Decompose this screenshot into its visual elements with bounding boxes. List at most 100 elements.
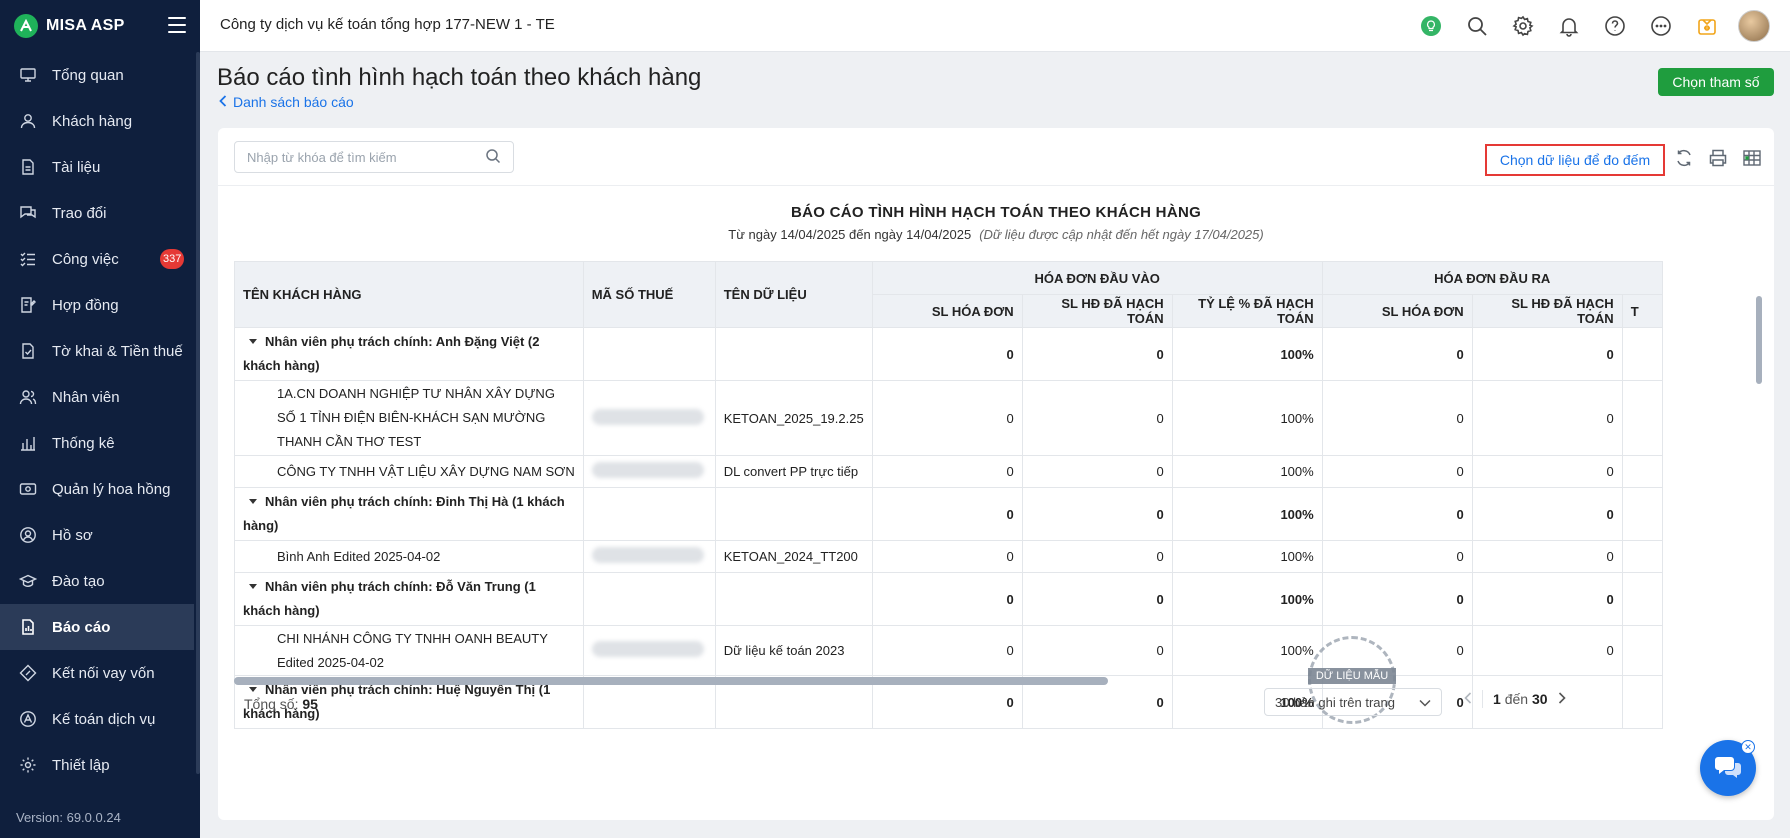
out-count-cell: 0 bbox=[1321, 487, 1473, 541]
table-group-row[interactable]: Nhân viên phụ trách chính: Đinh Thị Hà (… bbox=[234, 487, 1663, 541]
table-row[interactable]: CHI NHÁNH CÔNG TY TNHH OANH BEAUTY Edite… bbox=[234, 625, 1663, 676]
back-to-report-list-link[interactable]: Danh sách báo cáo bbox=[219, 94, 354, 110]
col-header-data-name[interactable]: TÊN DỮ LIỆU bbox=[714, 261, 873, 328]
col-header-out-rate[interactable]: T bbox=[1621, 294, 1663, 328]
search-box[interactable] bbox=[234, 141, 514, 173]
prev-page-icon[interactable] bbox=[1464, 691, 1472, 707]
sidebar-item-hop-dong[interactable]: Hợp đồng bbox=[0, 282, 194, 328]
caret-down-icon[interactable] bbox=[249, 499, 257, 505]
sidebar-item-hoa-hong[interactable]: Quản lý hoa hồng bbox=[0, 466, 194, 512]
page-size-select[interactable]: 30 bản ghi trên trang bbox=[1264, 688, 1442, 716]
sidebar-item-label: Công việc bbox=[52, 250, 119, 268]
report-tools bbox=[1672, 146, 1764, 170]
choose-parameters-button[interactable]: Chọn tham số bbox=[1658, 68, 1774, 96]
sidebar-scrollbar[interactable] bbox=[196, 52, 200, 774]
choose-data-button[interactable]: Chọn dữ liệu để đo đếm bbox=[1485, 144, 1665, 176]
sidebar-item-tai-lieu[interactable]: Tài liệu bbox=[0, 144, 194, 190]
sidebar-item-thiet-lap[interactable]: Thiết lập bbox=[0, 742, 194, 788]
in-posted-cell: 0 bbox=[1021, 380, 1173, 456]
menu-toggle-icon[interactable] bbox=[168, 17, 186, 33]
sidebar-item-ke-toan-dich-vu[interactable]: Kế toán dịch vụ bbox=[0, 696, 194, 742]
sidebar-item-ho-so[interactable]: Hồ sơ bbox=[0, 512, 194, 558]
page-size-value: 30 bản ghi trên trang bbox=[1275, 694, 1395, 710]
search-icon[interactable] bbox=[485, 148, 501, 167]
excel-export-icon[interactable] bbox=[1740, 146, 1764, 170]
document-icon bbox=[18, 157, 38, 177]
sidebar-item-label: Báo cáo bbox=[52, 618, 111, 636]
tax-code-cell bbox=[582, 455, 716, 488]
sidebar-item-nhan-vien[interactable]: Nhân viên bbox=[0, 374, 194, 420]
chat-close-icon[interactable]: ✕ bbox=[1741, 740, 1755, 754]
in-rate-cell: 100% bbox=[1171, 380, 1323, 456]
toolbar-divider bbox=[218, 185, 1774, 186]
col-header-out-posted[interactable]: SL HĐ ĐÃ HẠCH TOÁN bbox=[1471, 294, 1623, 328]
table-row[interactable]: Bình Anh Edited 2025-04-02 KETOAN_2024_T… bbox=[234, 540, 1663, 573]
report-period: Từ ngày 14/04/2025 đến ngày 14/04/2025 bbox=[728, 227, 972, 242]
masked-tax-code bbox=[591, 408, 704, 425]
tax-code-cell bbox=[582, 625, 716, 676]
out-posted-cell: 0 bbox=[1471, 380, 1623, 456]
sidebar-item-label: Tài liệu bbox=[52, 158, 101, 176]
total-label: Tổng số: bbox=[244, 696, 299, 712]
tax-code-cell bbox=[582, 327, 716, 381]
vertical-scrollbar[interactable] bbox=[1756, 296, 1762, 384]
search-input[interactable] bbox=[247, 149, 485, 165]
print-icon[interactable] bbox=[1706, 146, 1730, 170]
sidebar-item-trao-doi[interactable]: Trao đổi bbox=[0, 190, 194, 236]
col-header-in-posted[interactable]: SL HĐ ĐÃ HẠCH TOÁN bbox=[1021, 294, 1173, 328]
lightbulb-icon[interactable] bbox=[1416, 11, 1446, 41]
in-posted-cell: 0 bbox=[1021, 455, 1173, 488]
sidebar-item-khach-hang[interactable]: Khách hàng bbox=[0, 98, 194, 144]
horizontal-scrollbar[interactable] bbox=[234, 677, 1108, 685]
out-posted-cell: 0 bbox=[1471, 327, 1623, 381]
in-rate-cell: 100% bbox=[1171, 540, 1323, 573]
report-icon bbox=[18, 617, 38, 637]
sidebar-item-label: Tờ khai & Tiền thuế bbox=[52, 342, 183, 360]
caret-down-icon[interactable] bbox=[249, 687, 257, 693]
caret-down-icon[interactable] bbox=[249, 339, 257, 345]
promotion-icon[interactable] bbox=[1692, 11, 1722, 41]
sidebar-item-vay-von[interactable]: Kết nối vay vốn bbox=[0, 650, 194, 696]
table-row[interactable]: 1A.CN DOANH NGHIỆP TƯ NHÂN XÂY DỰNG SỐ 1… bbox=[234, 380, 1663, 456]
table-group-row[interactable]: Nhân viên phụ trách chính: Đỗ Văn Trung … bbox=[234, 572, 1663, 626]
out-count-cell: 0 bbox=[1321, 327, 1473, 381]
contract-icon bbox=[18, 295, 38, 315]
in-rate-cell: 100% bbox=[1171, 572, 1323, 626]
total-value: 95 bbox=[302, 696, 318, 712]
bell-icon[interactable] bbox=[1554, 11, 1584, 41]
app-logo[interactable]: MISA ASP bbox=[14, 12, 125, 40]
report-panel: Chọn dữ liệu để đo đếm BÁO CÁO TÌNH HÌNH… bbox=[218, 128, 1774, 820]
sidebar-item-thong-ke[interactable]: Thống kê bbox=[0, 420, 194, 466]
col-header-in-rate[interactable]: TỶ LỆ % ĐÃ HẠCH TOÁN bbox=[1171, 294, 1323, 328]
table-group-row[interactable]: Nhân viên phụ trách chính: Anh Đặng Việt… bbox=[234, 327, 1663, 381]
col-header-customer[interactable]: TÊN KHÁCH HÀNG bbox=[234, 261, 584, 328]
report-update-note: (Dữ liệu được cập nhật đến hết ngày 17/0… bbox=[979, 227, 1264, 242]
caret-down-icon[interactable] bbox=[249, 584, 257, 590]
company-name[interactable]: Công ty dịch vụ kế toán tổng hợp 177-NEW… bbox=[220, 16, 555, 33]
sidebar-item-to-khai[interactable]: Tờ khai & Tiền thuế bbox=[0, 328, 194, 374]
pagination: 1 đến 30 bbox=[1464, 690, 1566, 708]
group-label: Nhân viên phụ trách chính: Đỗ Văn Trung … bbox=[243, 579, 536, 618]
sidebar-item-tong-quan[interactable]: Tổng quan bbox=[0, 52, 194, 98]
sidebar-item-cong-viec[interactable]: Công việc 337 bbox=[0, 236, 194, 282]
sidebar-item-dao-tao[interactable]: Đào tạo bbox=[0, 558, 194, 604]
sidebar-item-label: Kết nối vay vốn bbox=[52, 664, 155, 682]
more-icon[interactable] bbox=[1646, 11, 1676, 41]
masked-tax-code bbox=[591, 547, 704, 563]
out-count-cell: 0 bbox=[1321, 572, 1473, 626]
user-avatar[interactable] bbox=[1738, 10, 1770, 42]
out-posted-cell: 0 bbox=[1471, 540, 1623, 573]
col-header-in-count[interactable]: SL HÓA ĐƠN bbox=[871, 294, 1023, 328]
col-header-out-count[interactable]: SL HÓA ĐƠN bbox=[1321, 294, 1473, 328]
data-name-cell bbox=[714, 487, 873, 541]
sidebar-item-bao-cao[interactable]: Báo cáo bbox=[0, 604, 194, 650]
refresh-icon[interactable] bbox=[1672, 146, 1696, 170]
gear-icon[interactable] bbox=[1508, 11, 1538, 41]
table-row[interactable]: CÔNG TY TNHH VẬT LIỆU XÂY DỰNG NAM SƠN D… bbox=[234, 455, 1663, 488]
next-page-icon[interactable] bbox=[1558, 691, 1566, 707]
help-icon[interactable] bbox=[1600, 11, 1630, 41]
search-icon[interactable] bbox=[1462, 11, 1492, 41]
pager-divider bbox=[1482, 690, 1483, 708]
in-count-cell: 0 bbox=[871, 455, 1023, 488]
col-header-tax-code[interactable]: MÃ SỐ THUẾ bbox=[582, 261, 716, 328]
